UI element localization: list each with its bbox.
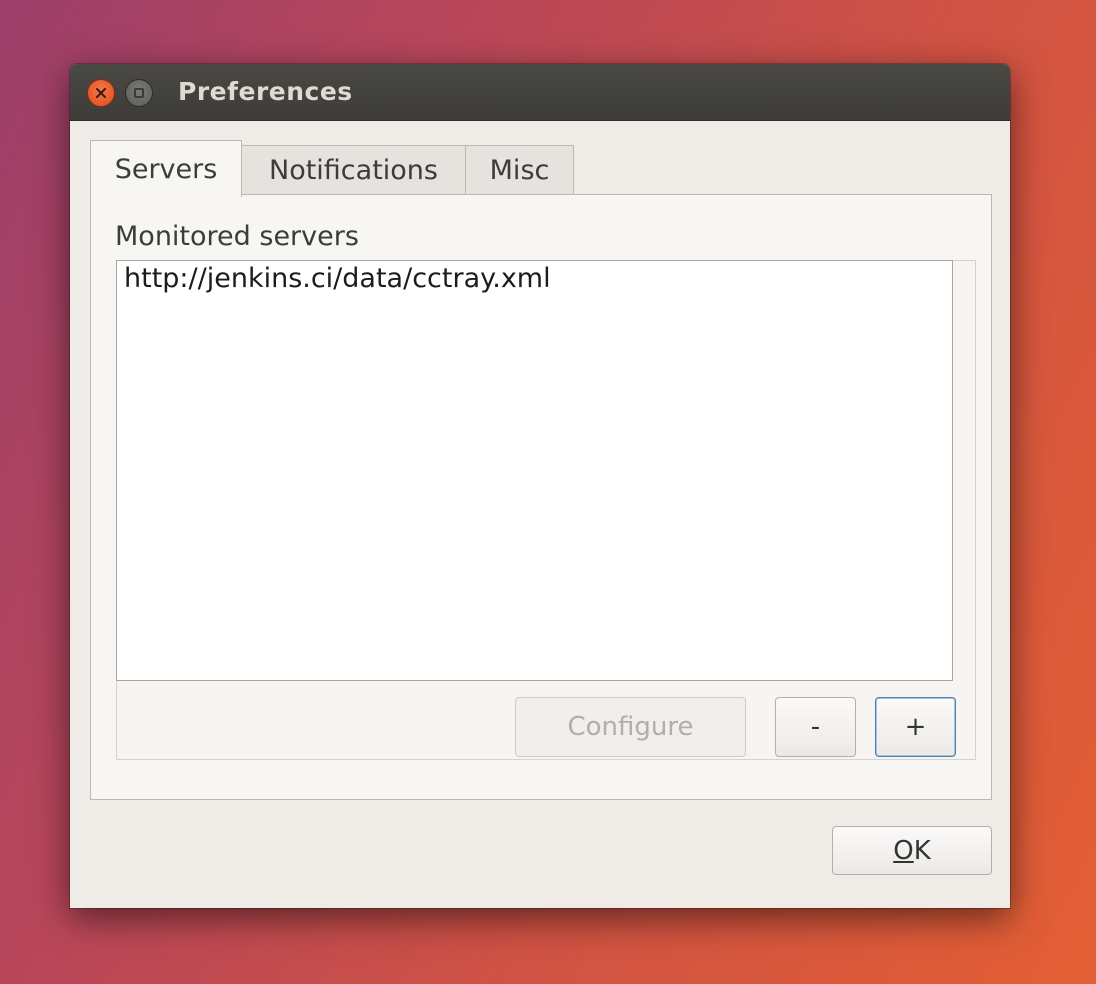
ok-mnemonic: O xyxy=(893,835,914,866)
servers-frame: http://jenkins.ci/data/cctray.xml Config… xyxy=(116,260,976,760)
maximize-window-button[interactable] xyxy=(125,79,153,107)
server-list-item[interactable]: http://jenkins.ci/data/cctray.xml xyxy=(124,263,551,294)
servers-tab-panel: Monitored servers http://jenkins.ci/data… xyxy=(90,194,992,800)
close-window-button[interactable] xyxy=(87,79,115,107)
close-icon xyxy=(96,88,106,98)
configure-button[interactable]: Configure xyxy=(515,697,746,757)
ok-label-rest: K xyxy=(913,835,931,866)
ok-button[interactable]: OK xyxy=(832,826,992,875)
tab-misc[interactable]: Misc xyxy=(465,145,574,195)
tab-notifications[interactable]: Notifications xyxy=(241,145,466,195)
maximize-icon xyxy=(134,88,144,98)
remove-server-button[interactable]: - xyxy=(775,697,856,757)
tab-servers[interactable]: Servers xyxy=(90,140,242,197)
add-server-button[interactable]: + xyxy=(875,697,956,757)
server-list[interactable]: http://jenkins.ci/data/cctray.xml xyxy=(116,260,953,681)
monitored-servers-label: Monitored servers xyxy=(115,221,359,252)
window-title: Preferences xyxy=(178,77,353,106)
title-bar[interactable]: Preferences xyxy=(70,64,1010,121)
preferences-window: Preferences Servers Notifications Misc M… xyxy=(70,64,1010,908)
